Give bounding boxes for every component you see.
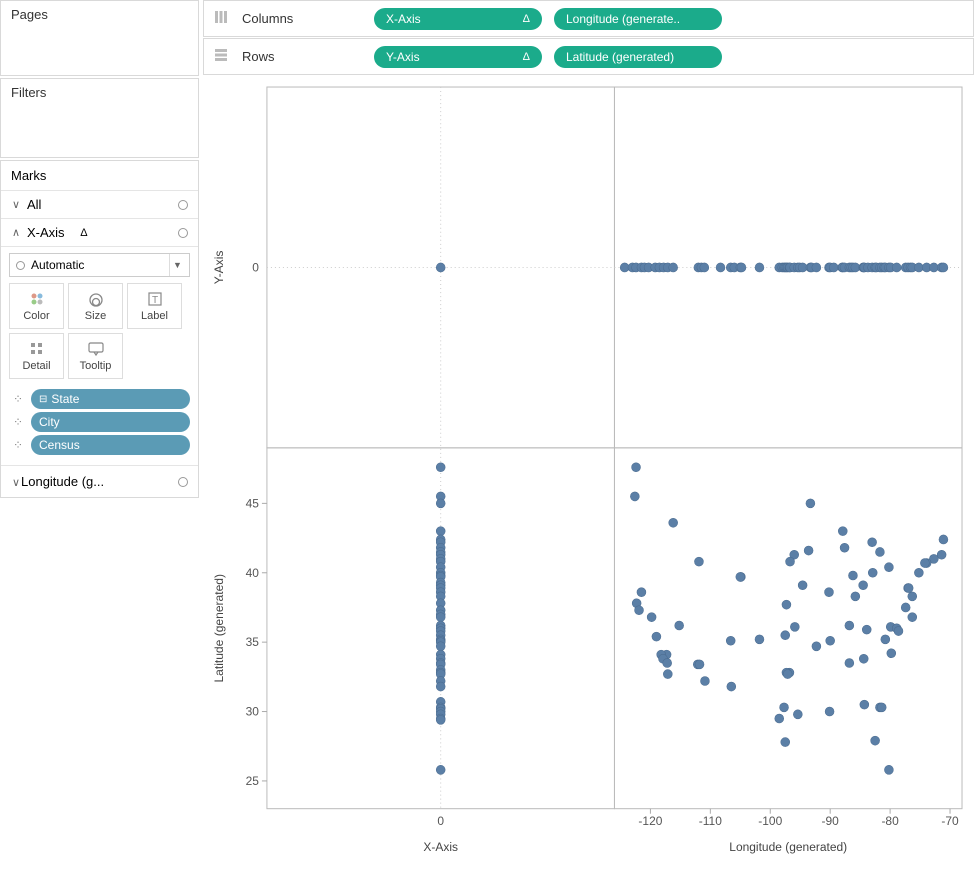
detail-pill-state[interactable]: ⁘ ⊟State [9, 389, 190, 409]
chevron-down-icon: ∨ [11, 476, 21, 489]
tooltip-icon [87, 340, 105, 358]
circle-icon [178, 200, 188, 210]
circle-icon [178, 228, 188, 238]
filters-panel: Filters [0, 78, 199, 158]
svg-text:-110: -110 [699, 814, 722, 828]
svg-text:40: 40 [246, 566, 260, 580]
detail-card[interactable]: Detail [9, 333, 64, 379]
chevron-up-icon: ∧ [11, 226, 21, 239]
detail-icon: ⁘ [9, 392, 27, 406]
svg-text:-120: -120 [638, 814, 662, 828]
label-icon: T [146, 290, 164, 308]
columns-shelf[interactable]: Columns X-AxisΔ Longitude (generate.. [203, 0, 974, 37]
mark-type-dropdown[interactable]: Automatic ▼ [9, 253, 190, 277]
marks-longitude-row[interactable]: ∨Longitude (g... [1, 465, 198, 497]
color-card[interactable]: Color [9, 283, 64, 329]
svg-text:X-Axis: X-Axis [423, 840, 458, 854]
detail-icon [28, 340, 46, 358]
circle-icon [16, 261, 25, 270]
svg-text:35: 35 [246, 635, 260, 649]
detail-icon: ⁘ [9, 415, 27, 429]
marks-label: Marks [1, 161, 198, 191]
color-icon [28, 290, 46, 308]
svg-text:Longitude (generated): Longitude (generated) [729, 840, 847, 854]
svg-text:Y-Axis: Y-Axis [212, 251, 226, 285]
minus-box-icon: ⊟ [39, 394, 47, 405]
svg-text:-80: -80 [881, 814, 899, 828]
svg-text:Latitude (generated): Latitude (generated) [212, 574, 226, 683]
chevron-down-icon: ▼ [169, 254, 185, 276]
rows-icon [214, 48, 230, 65]
filters-label: Filters [1, 79, 198, 106]
label-card[interactable]: T Label [127, 283, 182, 329]
svg-text:T: T [151, 295, 157, 306]
size-card[interactable]: Size [68, 283, 123, 329]
rows-shelf[interactable]: Rows Y-AxisΔ Latitude (generated) [203, 38, 974, 75]
columns-icon [214, 10, 230, 27]
pill-xaxis[interactable]: X-AxisΔ [374, 8, 542, 30]
svg-text:30: 30 [246, 705, 260, 719]
visualization[interactable]: 0 -120 -110 -100 -90 -80 -70 0 25 30 35 40 45 X-Axis L… [205, 81, 970, 865]
svg-text:-70: -70 [941, 814, 959, 828]
marks-panel: Marks ∨All ∧X-Axis Δ Automatic ▼ Color [0, 160, 199, 498]
pill-longitude[interactable]: Longitude (generate.. [554, 8, 722, 30]
marks-all-row[interactable]: ∨All [1, 191, 198, 219]
marks-xaxis-row[interactable]: ∧X-Axis Δ [1, 219, 198, 247]
pages-panel: Pages [0, 0, 199, 76]
pill-yaxis[interactable]: Y-AxisΔ [374, 46, 542, 68]
pill-latitude[interactable]: Latitude (generated) [554, 46, 722, 68]
size-icon [87, 290, 105, 308]
chevron-down-icon: ∨ [11, 198, 21, 211]
svg-text:45: 45 [246, 496, 260, 510]
detail-icon: ⁘ [9, 438, 27, 452]
svg-text:0: 0 [252, 260, 259, 274]
svg-text:25: 25 [246, 774, 260, 788]
svg-text:-100: -100 [758, 814, 782, 828]
pages-label: Pages [1, 1, 198, 28]
detail-pill-city[interactable]: ⁘ City [9, 412, 190, 432]
svg-text:-90: -90 [822, 814, 840, 828]
circle-icon [178, 477, 188, 487]
tooltip-card[interactable]: Tooltip [68, 333, 123, 379]
detail-pill-census[interactable]: ⁘ Census [9, 435, 190, 455]
svg-text:0: 0 [437, 814, 444, 828]
